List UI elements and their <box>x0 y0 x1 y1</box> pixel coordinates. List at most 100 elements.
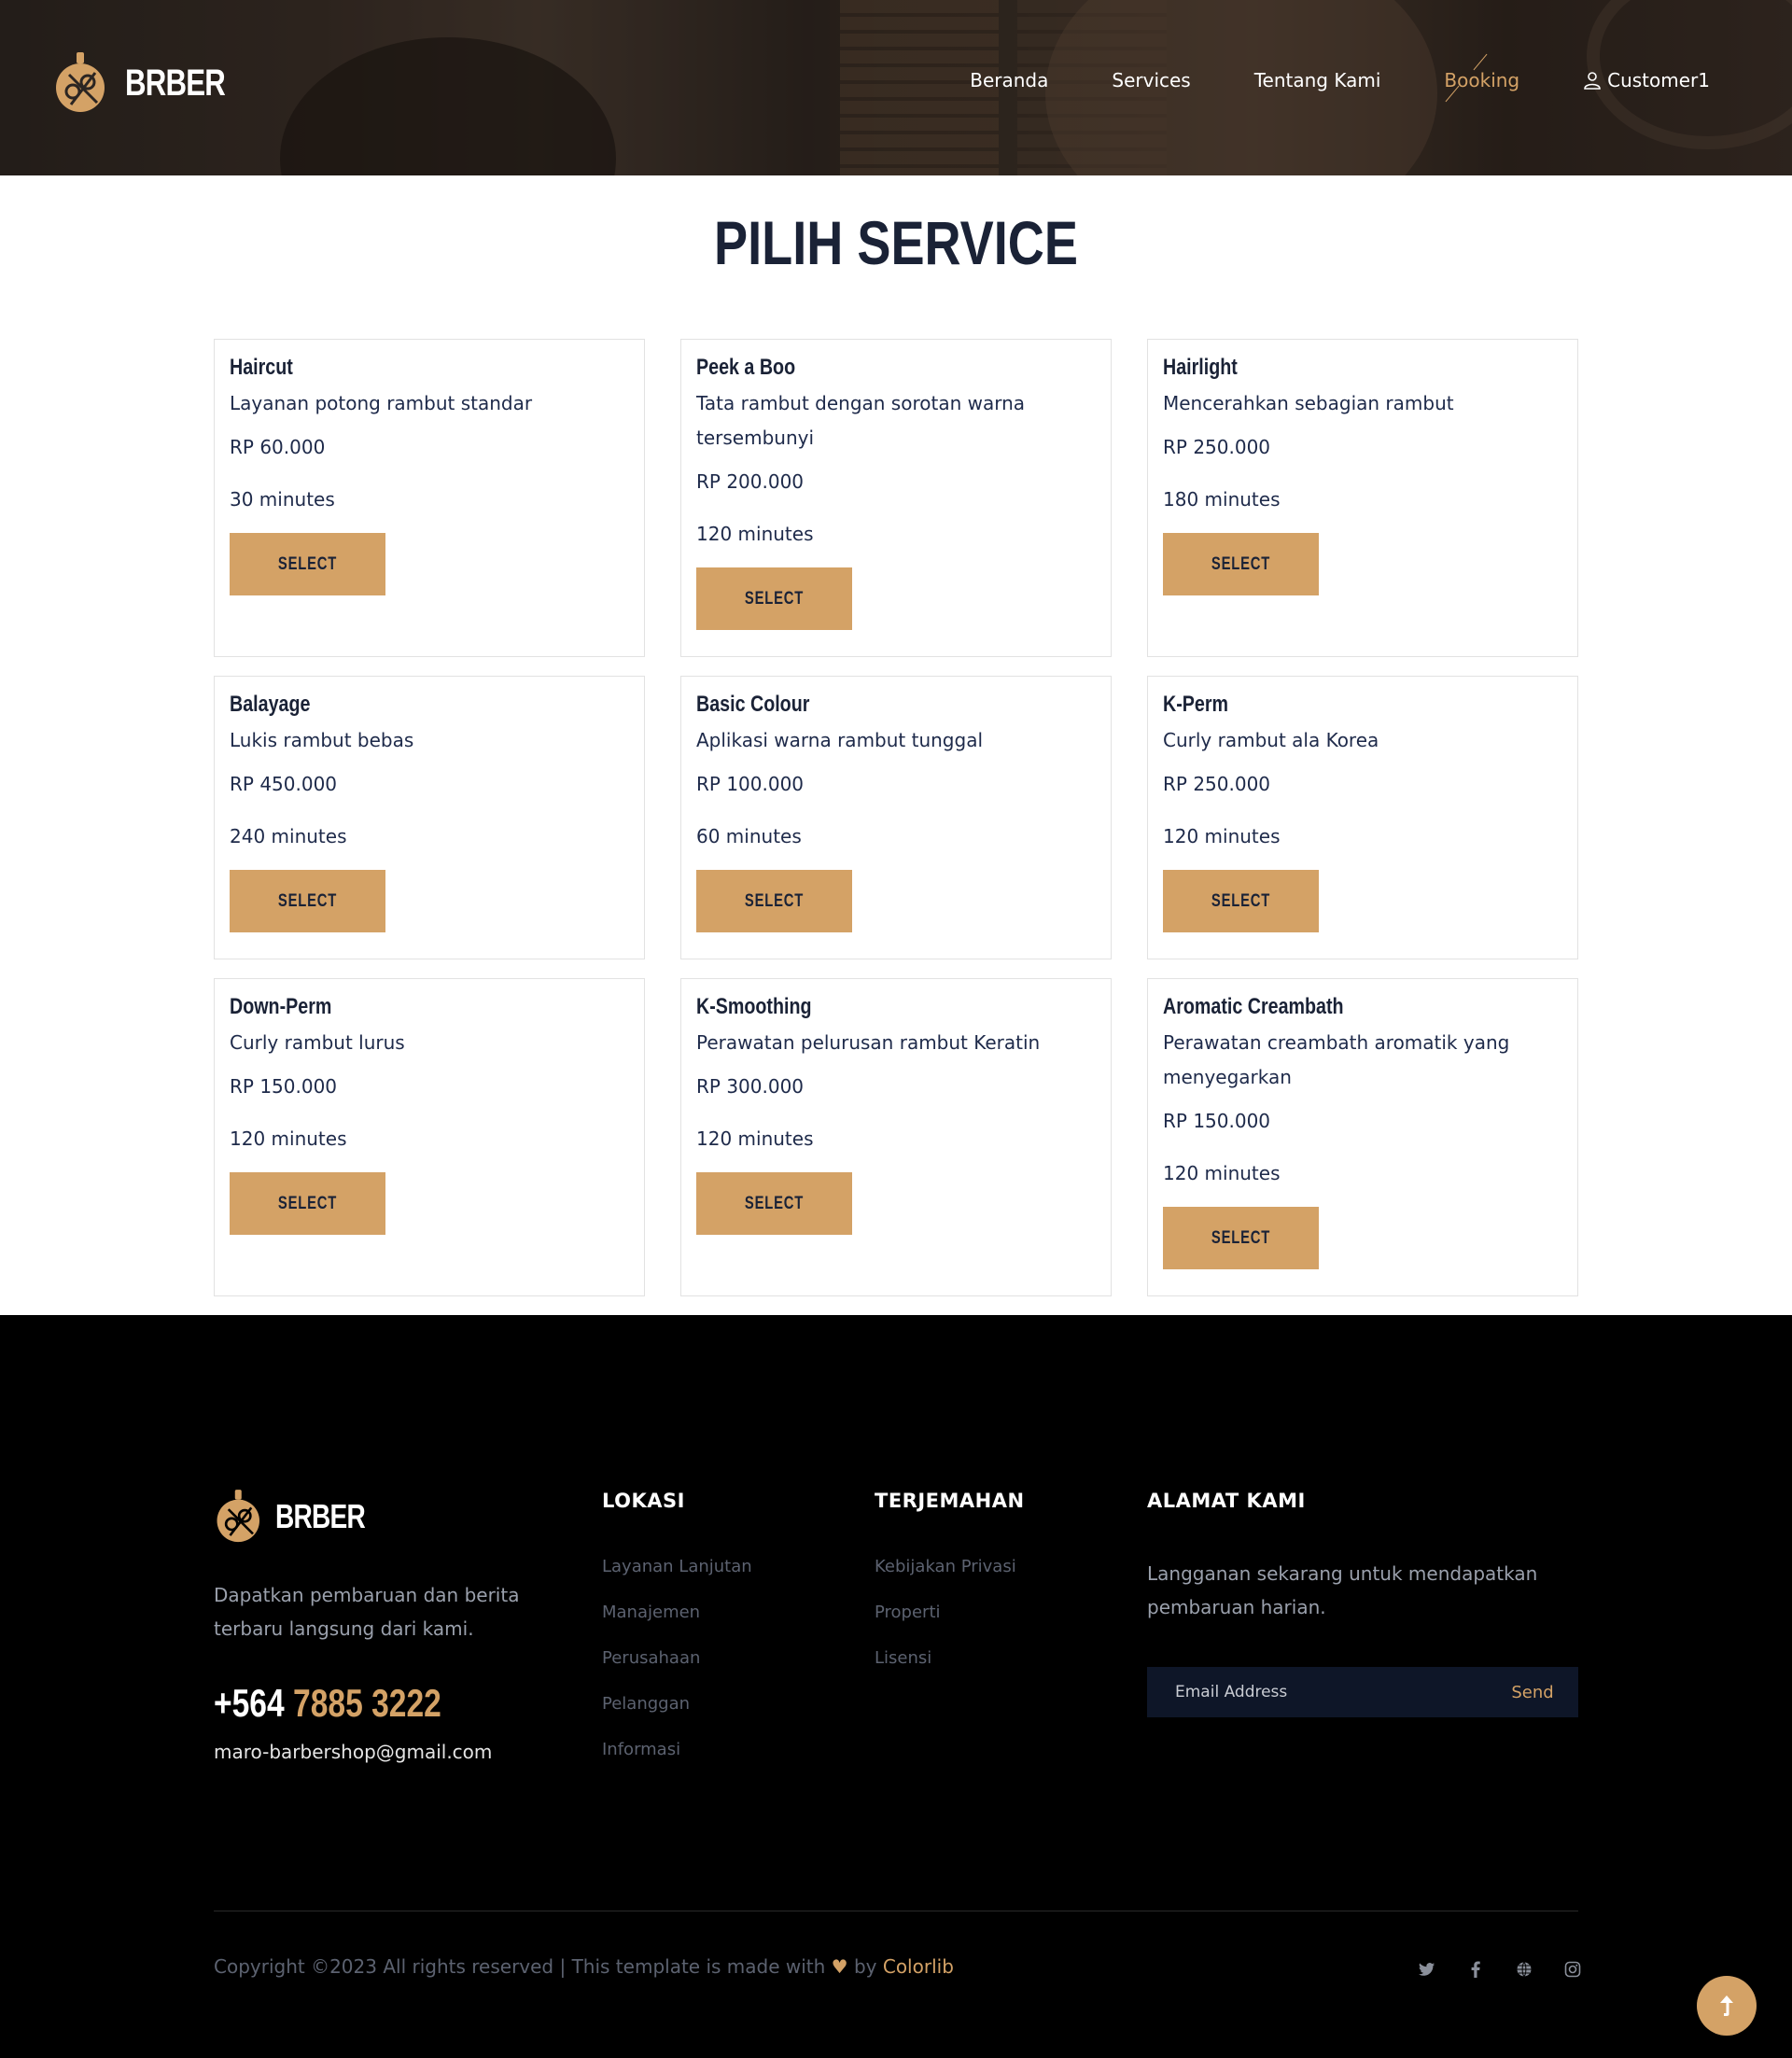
footer-brand-name: BRBER <box>275 1497 366 1535</box>
barber-logo-icon <box>217 1490 259 1543</box>
globe-icon[interactable] <box>1514 1959 1534 1980</box>
footer-col-terjemahan: TERJEMAHAN Kebijakan Privasi Properti Li… <box>875 1490 1025 1681</box>
service-card: K-Perm Curly rambut ala Korea RP 250.000… <box>1147 676 1578 959</box>
footer-col-title: LOKASI <box>602 1490 685 1512</box>
social-links <box>1417 1959 1583 1980</box>
back-to-top-button[interactable] <box>1697 1976 1757 2036</box>
service-duration: 120 minutes <box>1163 825 1281 847</box>
footer-link[interactable]: Informasi <box>602 1727 752 1772</box>
service-name: Aromatic Creambath <box>1163 994 1344 1019</box>
newsletter-text: Langganan sekarang untuk mendapatkan pem… <box>1147 1562 1538 1618</box>
service-name: K-Smoothing <box>696 994 812 1019</box>
service-card: Haircut Layanan potong rambut standar RP… <box>214 339 645 657</box>
nav-item-booking[interactable]: Booking <box>1444 69 1519 91</box>
service-price: RP 150.000 <box>1163 1110 1271 1132</box>
main-nav: Beranda Services Tentang Kami Booking Cu… <box>970 69 1710 91</box>
facebook-icon[interactable] <box>1465 1959 1486 1980</box>
service-price: RP 100.000 <box>696 773 805 795</box>
service-duration: 120 minutes <box>696 523 814 545</box>
service-duration: 60 minutes <box>696 825 802 847</box>
service-name: Down-Perm <box>230 994 332 1019</box>
select-service-button[interactable]: SELECT <box>696 567 852 630</box>
footer-link[interactable]: Lisensi <box>875 1635 1025 1681</box>
nav-item-tentang-kami[interactable]: Tentang Kami <box>1254 69 1381 91</box>
brand-logo[interactable]: BRBER <box>52 50 253 116</box>
page-title: PILIH SERVICE <box>714 208 1078 277</box>
service-name: Hairlight <box>1163 355 1238 380</box>
select-service-button[interactable]: SELECT <box>1163 870 1319 932</box>
service-duration: 120 minutes <box>696 1127 814 1150</box>
service-duration: 120 minutes <box>1163 1162 1281 1184</box>
nav-item-beranda[interactable]: Beranda <box>970 69 1048 91</box>
heart-icon: ♥ <box>831 1955 848 1978</box>
select-service-button[interactable]: SELECT <box>696 1172 852 1235</box>
phone-number: 7885 3222 <box>293 1681 441 1725</box>
select-service-button[interactable]: SELECT <box>230 533 385 595</box>
nav-item-user[interactable]: Customer1 <box>1583 69 1710 91</box>
service-description: Perawatan creambath aromatik yang menyeg… <box>1163 1031 1510 1088</box>
service-card: Hairlight Mencerahkan sebagian rambut RP… <box>1147 339 1578 657</box>
service-price: RP 60.000 <box>230 436 326 458</box>
service-price: RP 450.000 <box>230 773 338 795</box>
footer-brand-logo[interactable]: BRBER <box>214 1488 390 1546</box>
phone-prefix: +564 <box>214 1681 285 1725</box>
footer-link[interactable]: Manajemen <box>602 1589 752 1635</box>
copyright-by: by <box>853 1955 877 1978</box>
barber-logo-icon <box>56 52 105 112</box>
service-name: Basic Colour <box>696 692 810 717</box>
select-service-button[interactable]: SELECT <box>696 870 852 932</box>
arrow-up-icon <box>1720 1995 1733 2016</box>
site-footer: BRBER Dapatkan pembaruan dan berita terb… <box>0 1315 1792 2058</box>
service-card: Basic Colour Aplikasi warna rambut tungg… <box>680 676 1112 959</box>
colorlib-link[interactable]: Colorlib <box>883 1955 954 1978</box>
footer-phone[interactable]: +564 7885 3222 <box>214 1681 441 1726</box>
select-service-button[interactable]: SELECT <box>230 870 385 932</box>
service-duration: 240 minutes <box>230 825 347 847</box>
brand-name: BRBER <box>125 62 226 104</box>
service-name: Peek a Boo <box>696 355 796 380</box>
footer-link[interactable]: Properti <box>875 1589 1025 1635</box>
service-description: Layanan potong rambut standar <box>230 392 533 414</box>
footer-col-title: TERJEMAHAN <box>875 1490 1025 1512</box>
service-price: RP 250.000 <box>1163 436 1271 458</box>
service-price: RP 150.000 <box>230 1075 338 1098</box>
footer-link[interactable]: Layanan Lanjutan <box>602 1544 752 1589</box>
service-card: Down-Perm Curly rambut lurus RP 150.000 … <box>214 978 645 1296</box>
send-button[interactable]: Send <box>1487 1667 1578 1717</box>
select-service-button[interactable]: SELECT <box>1163 533 1319 595</box>
service-description: Aplikasi warna rambut tunggal <box>696 729 984 751</box>
footer-link[interactable]: Pelanggan <box>602 1681 752 1727</box>
footer-email[interactable]: maro-barbershop@gmail.com <box>214 1741 492 1763</box>
service-description: Perawatan pelurusan rambut Keratin <box>696 1031 1041 1054</box>
service-card: K-Smoothing Perawatan pelurusan rambut K… <box>680 978 1112 1296</box>
copyright-text: Copyright ©2023 All rights reserved | Th… <box>214 1955 954 1978</box>
service-name: K-Perm <box>1163 692 1228 717</box>
service-duration: 120 minutes <box>230 1127 347 1150</box>
service-card: Aromatic Creambath Perawatan creambath a… <box>1147 978 1578 1296</box>
service-description: Tata rambut dengan sorotan warna tersemb… <box>696 392 1026 449</box>
newsletter-form: Send <box>1147 1667 1578 1717</box>
footer-col-alamat: ALAMAT KAMI <box>1147 1490 1306 1544</box>
service-description: Curly rambut lurus <box>230 1031 405 1054</box>
footer-link[interactable]: Kebijakan Privasi <box>875 1544 1025 1589</box>
email-field[interactable] <box>1147 1667 1487 1717</box>
copyright-prefix: Copyright ©2023 All rights reserved | Th… <box>214 1955 826 1978</box>
service-card: Balayage Lukis rambut bebas RP 450.000 2… <box>214 676 645 959</box>
select-service-button[interactable]: SELECT <box>1163 1207 1319 1269</box>
service-card: Peek a Boo Tata rambut dengan sorotan wa… <box>680 339 1112 657</box>
footer-col-lokasi: LOKASI Layanan Lanjutan Manajemen Perusa… <box>602 1490 752 1772</box>
footer-link[interactable]: Perusahaan <box>602 1635 752 1681</box>
service-description: Curly rambut ala Korea <box>1163 729 1379 751</box>
hero-header: BRBER Beranda Services Tentang Kami Book… <box>0 0 1792 175</box>
service-price: RP 300.000 <box>696 1075 805 1098</box>
instagram-icon[interactable] <box>1562 1959 1583 1980</box>
select-service-button[interactable]: SELECT <box>230 1172 385 1235</box>
service-duration: 30 minutes <box>230 488 335 511</box>
user-icon <box>1584 72 1601 90</box>
service-price: RP 250.000 <box>1163 773 1271 795</box>
service-duration: 180 minutes <box>1163 488 1281 511</box>
twitter-icon[interactable] <box>1417 1959 1437 1980</box>
footer-col-title: ALAMAT KAMI <box>1147 1490 1306 1512</box>
nav-item-services[interactable]: Services <box>1112 69 1190 91</box>
footer-tagline: Dapatkan pembaruan dan berita terbaru la… <box>214 1584 520 1640</box>
